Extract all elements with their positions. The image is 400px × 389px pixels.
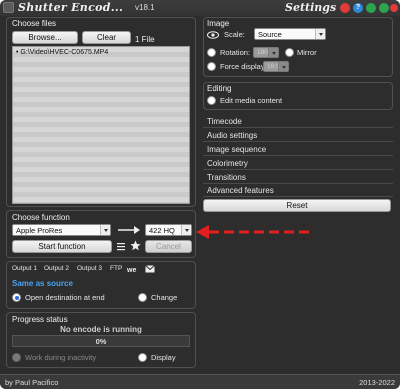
edit-media-label: Edit media content	[220, 96, 283, 105]
preset-select-value: 422 HQ	[149, 226, 175, 235]
footer-author: by Paul Pacifico	[5, 378, 59, 387]
image-title: Image	[207, 19, 230, 28]
section-divider	[203, 196, 393, 197]
title-bar: Shutter Encod... v18.1 Settings ?	[0, 0, 400, 16]
rotation-select-value: 180	[257, 49, 268, 56]
section-divider	[203, 155, 393, 156]
scale-select-value: Source	[258, 30, 282, 39]
function-select[interactable]: Apple ProRes	[12, 224, 111, 236]
display-label: Display	[151, 353, 176, 362]
file-list[interactable]: • G:\Video\HVEC-C0675.MP4	[12, 46, 190, 204]
section-divider	[203, 169, 393, 170]
rotation-radio[interactable]	[207, 48, 216, 57]
start-function-button[interactable]: Start function	[12, 240, 112, 253]
app-title: Shutter Encod...	[18, 1, 124, 14]
mirror-label: Mirror	[297, 48, 317, 57]
help-icon[interactable]: ?	[353, 3, 363, 13]
app-window: Shutter Encod... v18.1 Settings ? Choose…	[0, 0, 400, 389]
change-label: Change	[151, 293, 178, 302]
section-colorimetry[interactable]: Colorimetry	[207, 159, 248, 168]
chevron-down-icon	[100, 225, 110, 235]
display-radio[interactable]	[138, 353, 147, 362]
chevron-down-icon	[181, 225, 191, 235]
section-divider	[203, 127, 393, 128]
tab-output-3[interactable]: Output 3	[77, 265, 102, 272]
same-as-source-label: Same as source	[12, 279, 73, 288]
section-transitions[interactable]: Transitions	[207, 173, 246, 182]
open-destination-radio[interactable]	[12, 293, 21, 302]
choose-function-title: Choose function	[12, 213, 70, 222]
section-audio-settings[interactable]: Audio settings	[207, 131, 257, 140]
progress-percent: 0%	[95, 337, 107, 346]
work-inactivity-label: Work during inactivity	[25, 353, 97, 362]
list-item[interactable]: • G:\Video\HVEC-C0675.MP4	[16, 49, 108, 56]
section-divider	[203, 141, 393, 142]
browse-button[interactable]: Browse...	[12, 31, 78, 44]
arrow-right-icon	[118, 226, 140, 234]
mirror-radio[interactable]	[285, 48, 294, 57]
scale-label: Scale:	[224, 30, 245, 39]
app-icon	[3, 2, 14, 13]
section-divider	[203, 183, 393, 184]
force-display-select[interactable]: 16:9	[263, 61, 289, 72]
info-icon[interactable]	[340, 3, 350, 13]
chevron-down-icon	[268, 48, 278, 57]
footer-years: 2013-2022	[359, 378, 395, 387]
section-advanced-features[interactable]: Advanced features	[207, 186, 274, 195]
rotation-label: Rotation:	[220, 48, 251, 57]
menu-icon[interactable]	[116, 241, 126, 251]
file-count: 1 File	[135, 35, 155, 44]
close-icon[interactable]	[390, 4, 398, 12]
eye-icon[interactable]	[207, 31, 219, 39]
annotation-arrow	[196, 225, 314, 239]
section-timecode[interactable]: Timecode	[207, 117, 242, 126]
star-icon[interactable]	[130, 240, 141, 251]
chevron-down-icon	[315, 29, 325, 39]
preset-select[interactable]: 422 HQ	[145, 224, 192, 236]
progress-title: Progress status	[12, 315, 68, 324]
open-destination-label: Open destination at end	[25, 293, 105, 302]
tab-ftp[interactable]: FTP	[110, 265, 122, 272]
choose-files-title: Choose files	[12, 19, 57, 28]
force-display-radio[interactable]	[207, 62, 216, 71]
scale-select[interactable]: Source	[254, 28, 326, 40]
work-inactivity-radio[interactable]	[12, 353, 21, 362]
wetransfer-icon[interactable]: we	[127, 265, 138, 273]
mail-icon[interactable]	[145, 265, 155, 273]
edit-media-radio[interactable]	[207, 96, 216, 105]
tab-output-2[interactable]: Output 2	[44, 265, 69, 272]
progress-bar: 0%	[12, 335, 190, 347]
minimize-icon[interactable]	[366, 3, 376, 13]
change-radio[interactable]	[138, 293, 147, 302]
editing-title: Editing	[207, 84, 232, 93]
maximize-icon[interactable]	[379, 3, 389, 13]
force-display-label: Force display:	[220, 62, 267, 71]
footer: by Paul Pacifico 2013-2022	[0, 374, 400, 389]
section-image-sequence[interactable]: Image sequence	[207, 145, 266, 154]
function-select-value: Apple ProRes	[16, 226, 63, 235]
reset-button[interactable]: Reset	[203, 199, 391, 212]
svg-text:we: we	[127, 267, 136, 273]
rotation-select[interactable]: 180	[253, 47, 279, 58]
cancel-button[interactable]: Cancel	[145, 240, 192, 253]
clear-button[interactable]: Clear	[82, 31, 131, 44]
chevron-down-icon	[278, 62, 288, 71]
settings-title: Settings	[285, 1, 337, 14]
progress-status: No encode is running	[60, 325, 142, 334]
tab-output-1[interactable]: Output 1	[12, 265, 37, 272]
app-version: v18.1	[135, 3, 155, 12]
